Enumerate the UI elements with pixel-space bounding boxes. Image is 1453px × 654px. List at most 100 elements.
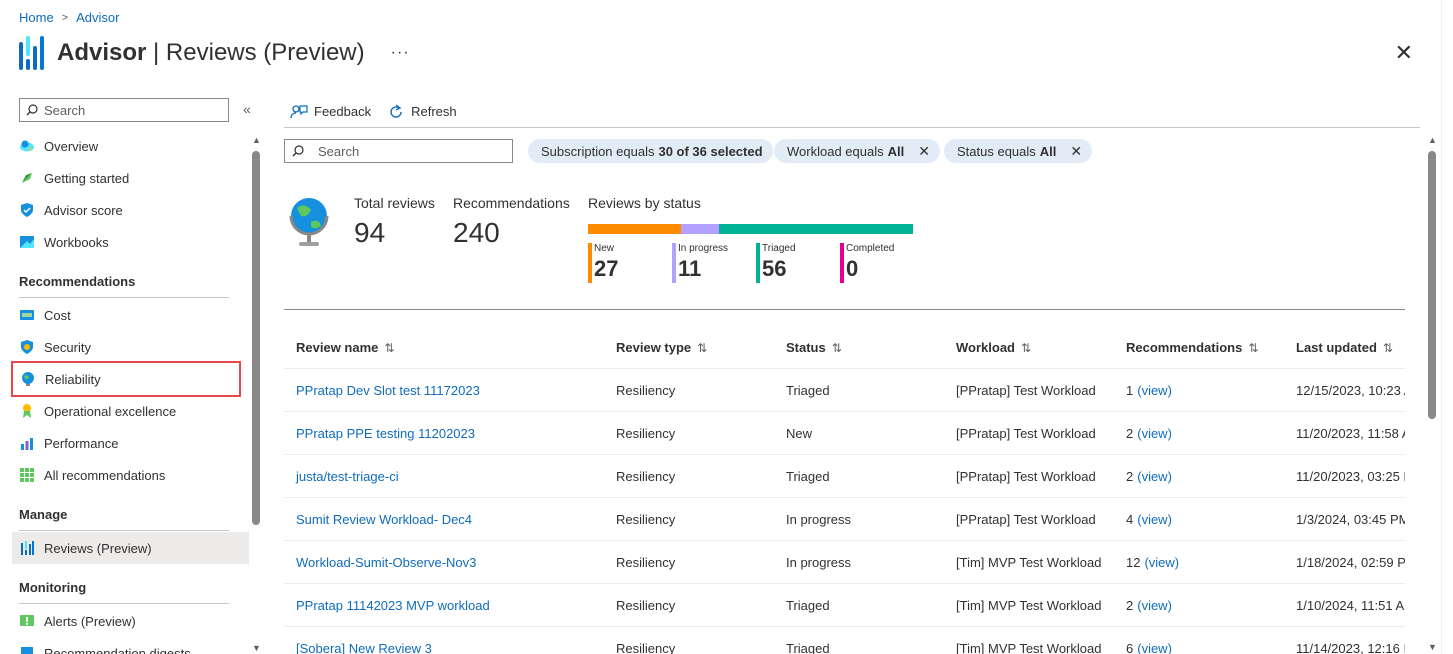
- sidebar-scroll-thumb[interactable]: [252, 151, 260, 525]
- status-cell: New: [786, 426, 813, 441]
- sidebar-item-security[interactable]: Security: [12, 331, 249, 363]
- review-name-link[interactable]: Workload-Sumit-Observe-Nov3: [296, 555, 476, 570]
- review-name-link[interactable]: PPratap Dev Slot test 11172023: [296, 383, 480, 398]
- view-recommendations-link[interactable]: (view): [1137, 426, 1172, 441]
- sidebar-item-advisor-score[interactable]: Advisor score: [12, 194, 249, 226]
- command-bar: Feedback Refresh: [284, 96, 1420, 128]
- sidebar-item-all-recommendations[interactable]: All recommendations: [12, 459, 249, 491]
- table-row[interactable]: [Sobera] New Review 3 Resiliency Triaged [T…: [284, 627, 1405, 654]
- status-completed-stripe: [840, 243, 844, 283]
- subscription-filter-pill[interactable]: Subscription equals 30 of 36 selected: [528, 139, 773, 163]
- refresh-icon: [390, 103, 402, 118]
- sidebar-item-reviews[interactable]: Reviews (Preview): [12, 532, 249, 564]
- recommendations-cell: 6 (view): [1126, 641, 1172, 654]
- main-scroll-thumb[interactable]: [1428, 151, 1436, 419]
- review-type-cell: Resiliency: [616, 383, 676, 398]
- view-recommendations-link[interactable]: (view): [1137, 512, 1172, 527]
- column-header-review-type[interactable]: Review type ⇅: [616, 340, 707, 355]
- review-name-link[interactable]: PPratap 11142023 MVP workload: [296, 598, 490, 613]
- last-updated-cell: 1/10/2024, 11:51 A: [1296, 598, 1405, 613]
- sidebar-scrollbar[interactable]: ▲ ▼: [251, 135, 261, 654]
- remove-filter-close-icon[interactable]: ✕: [918, 143, 930, 160]
- column-header-status[interactable]: Status ⇅: [786, 340, 842, 355]
- status-cell: In progress: [786, 512, 852, 527]
- last-updated-cell: 1/18/2024, 02:59 PI: [1296, 555, 1405, 570]
- sidebar-item-performance[interactable]: Performance: [12, 427, 249, 459]
- scroll-down-arrow-icon[interactable]: ▼: [1428, 642, 1437, 652]
- reviews-by-status-label: Reviews by status: [588, 195, 701, 211]
- reviews-search-input[interactable]: Search: [284, 139, 513, 163]
- column-header-review-name[interactable]: Review name ⇅: [296, 340, 394, 355]
- sidebar: Search « Overview Getting started Adviso…: [0, 95, 265, 654]
- review-type-cell: Resiliency: [616, 512, 676, 527]
- recommendations-count: 2: [1126, 426, 1134, 441]
- sidebar-item-workbooks[interactable]: Workbooks: [12, 226, 249, 258]
- sort-icon: ⇅: [831, 341, 842, 355]
- reviews-by-status-bar: [588, 224, 913, 234]
- status-bar-segment: [719, 224, 913, 234]
- close-button[interactable]: ✕: [1395, 40, 1413, 66]
- sidebar-item-reliability[interactable]: Reliability: [11, 361, 241, 397]
- refresh-button[interactable]: Refresh: [387, 103, 457, 121]
- breadcrumb-home[interactable]: Home: [19, 10, 54, 25]
- status-in-progress-stripe: [672, 243, 676, 283]
- scroll-up-arrow-icon[interactable]: ▲: [252, 135, 261, 145]
- section-monitoring: Monitoring: [19, 580, 229, 604]
- table-row[interactable]: Sumit Review Workload- Dec4 Resiliency In …: [284, 498, 1405, 541]
- review-type-cell: Resiliency: [616, 426, 676, 441]
- sidebar-item-overview[interactable]: Overview: [12, 130, 249, 162]
- sidebar-search-input[interactable]: Search: [19, 98, 229, 122]
- main-scrollbar[interactable]: ▲ ▼: [1425, 133, 1439, 654]
- table-row[interactable]: PPratap Dev Slot test 11172023 Resiliency…: [284, 369, 1405, 412]
- breadcrumb-advisor[interactable]: Advisor: [76, 10, 119, 25]
- status-new-stripe: [588, 243, 592, 283]
- scroll-down-arrow-icon[interactable]: ▼: [252, 643, 261, 653]
- collapse-sidebar-button[interactable]: «: [243, 101, 251, 117]
- status-completed: Completed 0: [840, 243, 894, 283]
- column-header-recommendations[interactable]: Recommendations ⇅: [1126, 340, 1258, 355]
- sidebar-item-recommendation-digests[interactable]: Recommendation digests: [12, 637, 249, 654]
- cost-icon: [19, 307, 35, 323]
- review-name-link[interactable]: Sumit Review Workload- Dec4: [296, 512, 472, 527]
- status-cell: Triaged: [786, 383, 830, 398]
- view-recommendations-link[interactable]: (view): [1137, 598, 1172, 613]
- table-row[interactable]: PPratap 11142023 MVP workload Resiliency T…: [284, 584, 1405, 627]
- last-updated-cell: 11/14/2023, 12:16 I: [1296, 641, 1405, 654]
- view-recommendations-link[interactable]: (view): [1137, 469, 1172, 484]
- last-updated-cell: 11/20/2023, 03:25 P: [1296, 469, 1405, 484]
- recommendations-count: 4: [1126, 512, 1134, 527]
- view-recommendations-link[interactable]: (view): [1144, 555, 1179, 570]
- scroll-up-arrow-icon[interactable]: ▲: [1428, 135, 1437, 145]
- recommendations-cell: 2 (view): [1126, 598, 1172, 613]
- last-updated-cell: 11/20/2023, 11:58 A: [1296, 426, 1405, 441]
- workload-cell: [Tim] MVP Test Workload: [956, 641, 1102, 654]
- feedback-button[interactable]: Feedback: [290, 103, 371, 121]
- view-recommendations-link[interactable]: (view): [1137, 383, 1172, 398]
- view-recommendations-link[interactable]: (view): [1137, 641, 1172, 654]
- workload-filter-pill[interactable]: Workload equals All ✕: [774, 139, 940, 163]
- column-header-workload[interactable]: Workload ⇅: [956, 340, 1031, 355]
- sort-icon: ⇅: [384, 341, 395, 355]
- sidebar-item-cost[interactable]: Cost: [12, 299, 249, 331]
- sidebar-item-getting-started[interactable]: Getting started: [12, 162, 249, 194]
- status-new: New 27: [588, 243, 618, 283]
- page-header: Advisor | Reviews (Preview) ···: [19, 36, 410, 70]
- status-cell: Triaged: [786, 598, 830, 613]
- review-name-link[interactable]: PPratap PPE testing 11202023: [296, 426, 475, 441]
- page-title: Advisor | Reviews (Preview): [57, 39, 365, 66]
- review-name-link[interactable]: justa/test-triage-ci: [296, 469, 399, 484]
- remove-filter-close-icon[interactable]: ✕: [1070, 143, 1082, 160]
- table-row[interactable]: justa/test-triage-ci Resiliency Triaged [PP…: [284, 455, 1405, 498]
- total-reviews-stat: Total reviews 94: [354, 195, 435, 248]
- more-options-button[interactable]: ···: [391, 44, 410, 62]
- sidebar-item-operational-excellence[interactable]: Operational excellence: [12, 395, 249, 427]
- table-row[interactable]: PPratap PPE testing 11202023 Resiliency Ne…: [284, 412, 1405, 455]
- status-filter-pill[interactable]: Status equals All ✕: [944, 139, 1093, 163]
- recommendations-count: 2: [1126, 598, 1134, 613]
- column-header-last-updated[interactable]: Last updated ⇅: [1296, 340, 1393, 355]
- sidebar-item-alerts[interactable]: Alerts (Preview): [12, 605, 249, 637]
- status-bar-segment: [681, 224, 720, 234]
- sort-icon: ⇅: [1021, 341, 1032, 355]
- review-name-link[interactable]: [Sobera] New Review 3: [296, 641, 432, 654]
- table-row[interactable]: Workload-Sumit-Observe-Nov3 Resiliency In …: [284, 541, 1405, 584]
